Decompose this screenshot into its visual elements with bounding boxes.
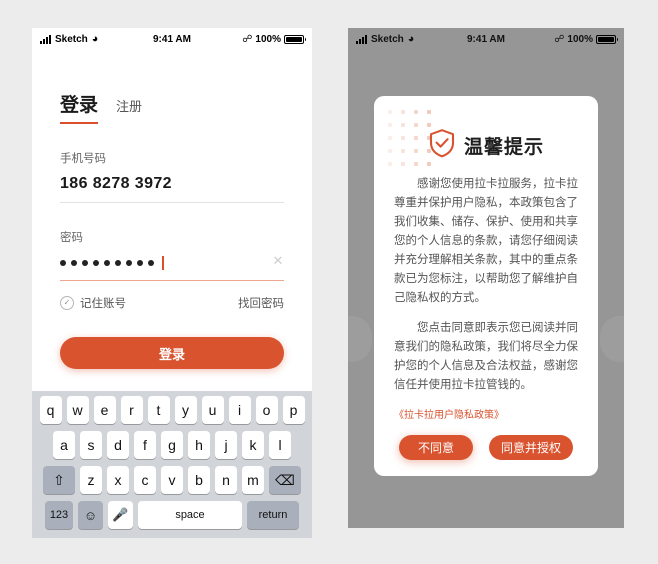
shield-check-icon	[428, 128, 456, 163]
battery-percent-label: 100%	[567, 33, 593, 45]
dialog-paragraph-2: 您点击同意即表示您已阅读并同意我们的隐私政策，我们将尽全力保护您的个人信息及合法…	[394, 322, 578, 391]
password-input[interactable]	[60, 254, 284, 271]
close-x-icon[interactable]: ✕	[272, 254, 284, 267]
key-a[interactable]: a	[53, 431, 75, 459]
battery-full-icon	[284, 34, 306, 44]
return-key[interactable]: return	[247, 501, 299, 529]
dialog-paragraph-1: 感谢您使用拉卡拉服务，拉卡拉尊重并保护用户隐私，本政策包含了我们收集、储存、保护…	[394, 178, 578, 304]
key-j[interactable]: j	[215, 431, 237, 459]
key-b[interactable]: b	[188, 466, 210, 494]
keyboard-row-1: q w e r t y u i o p	[35, 396, 309, 424]
phone-field-label: 手机号码	[60, 153, 106, 165]
key-w[interactable]: w	[66, 396, 89, 424]
key-x[interactable]: x	[107, 466, 129, 494]
key-v[interactable]: v	[161, 466, 183, 494]
privacy-dialog: 温馨提示 感谢您使用拉卡拉服务，拉卡拉尊重并保护用户隐私，本政策包含了我们收集、…	[374, 96, 598, 476]
key-k[interactable]: k	[242, 431, 264, 459]
background-shape-right	[600, 316, 624, 362]
key-z[interactable]: z	[80, 466, 102, 494]
status-bar-right-phone: Sketch ◕ 9:41 AM ☍ 100%	[348, 28, 624, 50]
key-r[interactable]: r	[120, 396, 143, 424]
password-field-group: 密码 ✕	[60, 229, 284, 281]
key-m[interactable]: m	[242, 466, 264, 494]
auth-tabs: 登录 注册	[60, 90, 284, 124]
key-l[interactable]: l	[269, 431, 291, 459]
key-u[interactable]: u	[201, 396, 224, 424]
phone-field-group: 手机号码 186 8278 3972	[60, 150, 284, 203]
status-bar: Sketch ◕ 9:41 AM ☍ 100%	[32, 28, 312, 50]
key-n[interactable]: n	[215, 466, 237, 494]
microphone-icon[interactable]: 🎤	[108, 501, 133, 529]
accept-authorize-button[interactable]: 同意并授权	[488, 435, 573, 460]
tab-register[interactable]: 注册	[116, 96, 142, 122]
key-h[interactable]: h	[188, 431, 210, 459]
text-cursor	[162, 255, 164, 270]
keyboard-row-3: ⇧ z x c v b n m ⌫	[35, 466, 309, 494]
key-c[interactable]: c	[134, 466, 156, 494]
shift-up-icon[interactable]: ⇧	[43, 466, 75, 494]
phone-screen-login: Sketch ◕ 9:41 AM ☍ 100% 登录 注册 手机号码 186 8…	[32, 28, 312, 538]
emoji-smiley-icon[interactable]: ☺	[78, 501, 103, 529]
key-g[interactable]: g	[161, 431, 183, 459]
dialog-body: 感谢您使用拉卡拉服务，拉卡拉尊重并保护用户隐私，本政策包含了我们收集、储存、保护…	[374, 169, 598, 460]
key-y[interactable]: y	[174, 396, 197, 424]
key-i[interactable]: i	[228, 396, 251, 424]
privacy-policy-link[interactable]: 《拉卡拉用户隐私政策》	[394, 406, 578, 421]
remember-account-label: 记住账号	[80, 298, 126, 310]
space-key[interactable]: space	[138, 501, 242, 529]
login-form: 登录 注册 手机号码 186 8278 3972 密码 ✕ ✓ 记住账号 找回密…	[32, 90, 312, 369]
phone-input[interactable]: 186 8278 3972	[60, 175, 284, 193]
password-field-underline	[60, 280, 284, 281]
password-field-label: 密码	[60, 232, 83, 244]
status-bar-right: ☍ 100%	[554, 33, 618, 45]
battery-percent-label: 100%	[255, 33, 281, 45]
decline-button[interactable]: 不同意	[398, 435, 473, 460]
battery-full-icon	[596, 34, 618, 44]
key-e[interactable]: e	[93, 396, 116, 424]
backspace-icon[interactable]: ⌫	[269, 466, 301, 494]
keyboard-row-2: a s d f g h j k l	[35, 431, 309, 459]
key-p[interactable]: p	[282, 396, 305, 424]
key-d[interactable]: d	[107, 431, 129, 459]
key-s[interactable]: s	[80, 431, 102, 459]
tab-login[interactable]: 登录	[60, 90, 99, 124]
dialog-actions: 不同意 同意并授权	[394, 435, 578, 460]
remember-account-checkbox[interactable]: ✓ 记住账号	[60, 295, 126, 311]
bluetooth-icon: ☍	[242, 33, 253, 45]
keyboard-row-4: 123 ☺ 🎤 space return	[35, 501, 309, 529]
bluetooth-icon: ☍	[554, 33, 565, 45]
numbers-key[interactable]: 123	[45, 501, 73, 529]
phone-field-underline	[60, 202, 284, 203]
login-submit-button[interactable]: 登录	[60, 337, 284, 369]
phone-screen-privacy-dialog: Sketch ◕ 9:41 AM ☍ 100% 温馨提示 感谢您使用拉卡拉服务，…	[348, 28, 624, 528]
key-o[interactable]: o	[255, 396, 278, 424]
check-circle-icon: ✓	[60, 296, 74, 310]
dialog-header: 温馨提示	[374, 96, 598, 169]
forgot-password-link[interactable]: 找回密码	[238, 295, 284, 311]
key-t[interactable]: t	[147, 396, 170, 424]
status-bar-right: ☍ 100%	[242, 33, 306, 45]
key-f[interactable]: f	[134, 431, 156, 459]
key-q[interactable]: q	[39, 396, 62, 424]
dialog-title: 温馨提示	[463, 137, 544, 158]
login-options-row: ✓ 记住账号 找回密码	[60, 295, 284, 311]
onscreen-keyboard: q w e r t y u i o p a s d f g h j k l ⇧ …	[32, 391, 312, 538]
background-shape-left	[348, 316, 372, 362]
